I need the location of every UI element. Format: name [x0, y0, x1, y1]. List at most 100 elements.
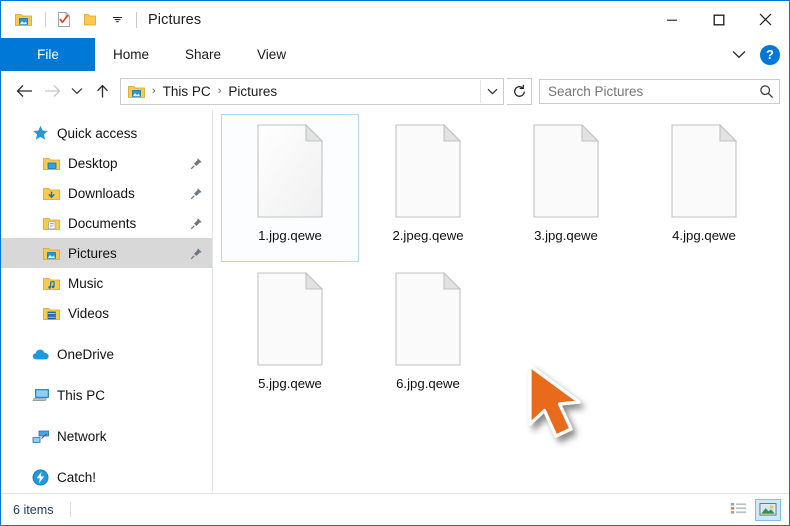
- file-item[interactable]: 6.jpg.qewe: [359, 262, 497, 410]
- sidebar-label-videos: Videos: [68, 306, 109, 321]
- tab-view[interactable]: View: [239, 38, 304, 71]
- search-input[interactable]: [540, 83, 753, 100]
- sidebar-item-network[interactable]: Network: [1, 421, 212, 451]
- status-bar: 6 items: [1, 493, 789, 525]
- music-folder-icon: [42, 274, 61, 292]
- blank-document-icon: [664, 121, 744, 221]
- customize-chevron-icon[interactable]: [107, 10, 127, 30]
- sidebar-label-onedrive: OneDrive: [57, 347, 114, 362]
- blank-document-icon: [250, 269, 330, 369]
- file-item[interactable]: 4.jpg.qewe: [635, 114, 773, 262]
- sidebar-item-this-pc[interactable]: This PC: [1, 380, 212, 410]
- sidebar-item-onedrive[interactable]: OneDrive: [1, 339, 212, 369]
- sidebar-label-this-pc: This PC: [57, 388, 105, 403]
- window-title: Pictures: [148, 12, 201, 28]
- sidebar-label-downloads: Downloads: [68, 186, 135, 201]
- large-icons-view-button[interactable]: [755, 499, 781, 521]
- search-box[interactable]: [539, 79, 780, 104]
- pin-icon[interactable]: [188, 215, 204, 231]
- blank-document-icon: [250, 121, 330, 221]
- catch-lightning-icon: [31, 468, 50, 486]
- file-name: 2.jpeg.qewe: [392, 228, 463, 243]
- new-folder-icon[interactable]: [79, 9, 101, 31]
- search-icon[interactable]: [753, 80, 779, 103]
- ribbon-right-controls: ?: [725, 38, 789, 71]
- minimize-button[interactable]: [648, 1, 695, 38]
- sidebar-label-desktop: Desktop: [68, 156, 118, 171]
- blank-document-icon: [388, 269, 468, 369]
- sidebar-item-quick-access[interactable]: Quick access: [1, 118, 212, 148]
- sidebar-label-quick-access: Quick access: [57, 126, 137, 141]
- window-controls: [648, 1, 789, 38]
- back-button[interactable]: [10, 77, 38, 105]
- sidebar-item-documents[interactable]: Documents: [1, 208, 212, 238]
- videos-folder-icon: [42, 304, 61, 322]
- pin-icon[interactable]: [188, 245, 204, 261]
- breadcrumb-this-pc[interactable]: This PC: [161, 84, 213, 99]
- window-body: Quick access Desktop: [1, 110, 789, 493]
- sidebar-gap-1: [1, 328, 212, 339]
- blank-document-icon: [388, 121, 468, 221]
- pictures-folder-icon[interactable]: [12, 9, 34, 31]
- sidebar-item-music[interactable]: Music: [1, 268, 212, 298]
- star-icon: [31, 124, 50, 142]
- title-bar: Pictures: [1, 1, 789, 38]
- file-item[interactable]: 1.jpg.qewe: [221, 114, 359, 262]
- view-buttons: [725, 499, 781, 521]
- file-name: 1.jpg.qewe: [258, 228, 322, 243]
- sidebar-item-videos[interactable]: Videos: [1, 298, 212, 328]
- sidebar-item-pictures[interactable]: Pictures: [1, 238, 212, 268]
- item-count-label: 6 items: [13, 503, 54, 517]
- file-item[interactable]: 3.jpg.qewe: [497, 114, 635, 262]
- quick-access-toolbar: [1, 9, 127, 31]
- sidebar-item-desktop[interactable]: Desktop: [1, 148, 212, 178]
- file-name: 4.jpg.qewe: [672, 228, 736, 243]
- expand-ribbon-chevron-icon[interactable]: [725, 41, 753, 69]
- title-separator: [136, 12, 137, 28]
- network-icon: [31, 427, 50, 445]
- recent-locations-button[interactable]: [66, 77, 88, 105]
- tab-share[interactable]: Share: [167, 38, 239, 71]
- navigation-pane: Quick access Desktop: [1, 110, 213, 493]
- maximize-button[interactable]: [695, 1, 742, 38]
- sidebar-gap-3: [1, 410, 212, 421]
- forward-button[interactable]: [38, 77, 66, 105]
- pin-icon[interactable]: [188, 155, 204, 171]
- file-name: 3.jpg.qewe: [534, 228, 598, 243]
- sidebar-item-downloads[interactable]: Downloads: [1, 178, 212, 208]
- breadcrumb-separator-1[interactable]: ›: [147, 85, 161, 97]
- up-button[interactable]: [88, 77, 116, 105]
- sidebar-label-documents: Documents: [68, 216, 136, 231]
- documents-folder-icon: [42, 214, 61, 232]
- properties-icon[interactable]: [53, 9, 75, 31]
- file-item[interactable]: 2.jpeg.qewe: [359, 114, 497, 262]
- sidebar-label-music: Music: [68, 276, 103, 291]
- tab-home[interactable]: Home: [95, 38, 167, 71]
- address-bar: › This PC › Pictures: [1, 72, 789, 110]
- refresh-button[interactable]: [507, 78, 532, 105]
- downloads-folder-icon: [42, 184, 61, 202]
- breadcrumb-separator-2[interactable]: ›: [213, 85, 227, 97]
- breadcrumb[interactable]: › This PC › Pictures: [120, 78, 504, 105]
- close-button[interactable]: [742, 1, 789, 38]
- pin-icon[interactable]: [188, 185, 204, 201]
- file-list-view[interactable]: 1.jpg.qewe 2.jpeg.qewe: [213, 110, 789, 493]
- help-button[interactable]: ?: [760, 45, 780, 65]
- file-item[interactable]: 5.jpg.qewe: [221, 262, 359, 410]
- file-grid: 1.jpg.qewe 2.jpeg.qewe: [221, 114, 789, 410]
- this-pc-icon: [31, 386, 50, 404]
- sidebar-label-network: Network: [57, 429, 107, 444]
- sidebar-label-pictures: Pictures: [68, 246, 117, 261]
- blank-document-icon: [526, 121, 606, 221]
- address-dropdown-chevron-icon[interactable]: [480, 80, 503, 103]
- sidebar-item-catch[interactable]: Catch!: [1, 462, 212, 492]
- file-name: 5.jpg.qewe: [258, 376, 322, 391]
- details-view-button[interactable]: [725, 499, 751, 521]
- file-name: 6.jpg.qewe: [396, 376, 460, 391]
- tab-file[interactable]: File: [1, 38, 95, 71]
- sidebar-label-catch: Catch!: [57, 470, 96, 485]
- breadcrumb-pictures-folder-icon: [125, 80, 147, 102]
- desktop-folder-icon: [42, 154, 61, 172]
- sidebar-gap-4: [1, 451, 212, 462]
- breadcrumb-pictures[interactable]: Pictures: [226, 84, 279, 99]
